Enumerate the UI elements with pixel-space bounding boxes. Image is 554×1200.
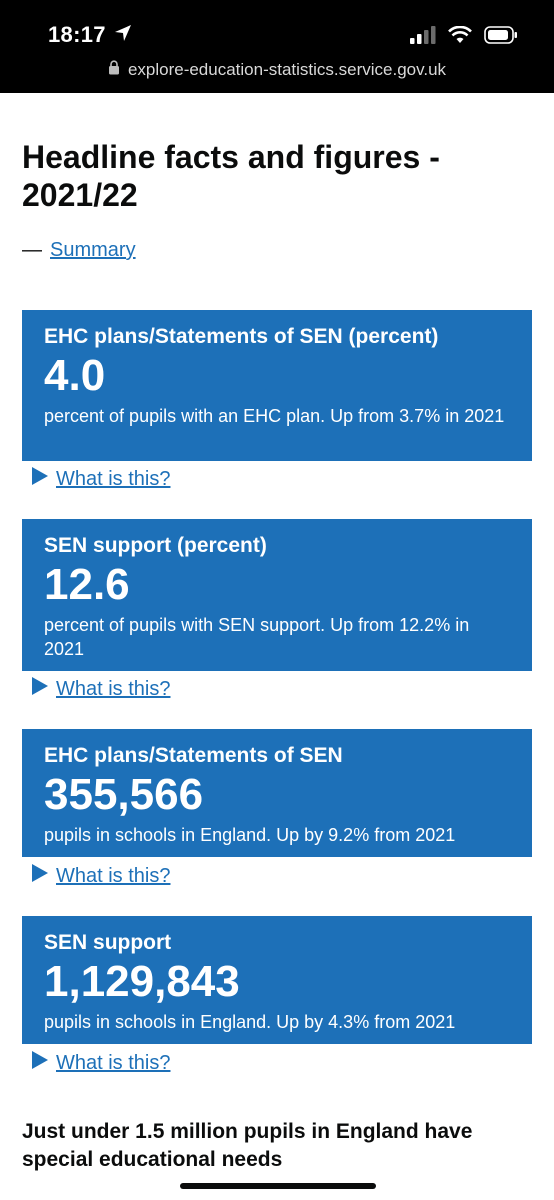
lock-icon [108, 60, 120, 80]
details-toggle-ehc-percent[interactable]: What is this? [32, 467, 170, 491]
triangle-right-icon [32, 677, 48, 701]
what-is-this-link[interactable]: What is this? [56, 678, 170, 701]
page-title: Headline facts and figures - 2021/22 [22, 139, 440, 213]
headline-card-sen-support-count: SEN support 1,129,843 pupils in schools … [22, 916, 532, 1044]
card-title: EHC plans/Statements of SEN [44, 744, 343, 767]
details-toggle-ehc-count[interactable]: What is this? [32, 864, 170, 888]
card-description: pupils in schools in England. Up by 9.2%… [44, 825, 456, 845]
clock-time: 18:17 [48, 22, 106, 47]
location-arrow-icon [114, 22, 132, 48]
headline-card-ehc-percent: EHC plans/Statements of SEN (percent) 4.… [22, 310, 532, 461]
url-text: explore-education-statistics.service.gov… [127, 60, 447, 79]
status-time-group: 18:17 [48, 22, 132, 48]
what-is-this-link[interactable]: What is this? [56, 468, 170, 491]
card-title: EHC plans/Statements of SEN (percent) [44, 325, 439, 348]
status-bar: 18:17 explore-education-statistics.servi… [0, 0, 554, 93]
card-description: pupils in schools in England. Up by 4.3%… [44, 1012, 456, 1032]
address-bar[interactable]: explore-education-statistics.service.gov… [0, 60, 554, 80]
triangle-right-icon [32, 1051, 48, 1075]
battery-icon [484, 26, 518, 49]
summary-link[interactable]: Summary [50, 239, 136, 262]
card-value: 355,566 [44, 770, 204, 819]
section-heading: Just under 1.5 million pupils in England… [22, 1120, 473, 1171]
card-title: SEN support [44, 931, 172, 954]
status-icons [410, 25, 518, 49]
cellular-signal-icon [410, 26, 436, 49]
wifi-icon [448, 25, 472, 49]
triangle-right-icon [32, 864, 48, 888]
triangle-right-icon [32, 467, 48, 491]
card-description: percent of pupils with an EHC plan. Up f… [44, 406, 505, 426]
what-is-this-link[interactable]: What is this? [56, 1052, 170, 1075]
card-value: 4.0 [44, 351, 106, 400]
what-is-this-link[interactable]: What is this? [56, 865, 170, 888]
summary-dash: — [22, 239, 42, 261]
card-description: percent of pupils with SEN support. Up f… [44, 615, 470, 659]
details-toggle-sen-support-percent[interactable]: What is this? [32, 677, 170, 701]
details-toggle-sen-support-count[interactable]: What is this? [32, 1051, 170, 1075]
card-value: 12.6 [44, 560, 130, 609]
summary-nav: — Summary [22, 239, 136, 262]
headline-card-sen-support-percent: SEN support (percent) 12.6 percent of pu… [22, 519, 532, 671]
card-title: SEN support (percent) [44, 534, 267, 557]
headline-card-ehc-count: EHC plans/Statements of SEN 355,566 pupi… [22, 729, 532, 857]
home-indicator[interactable] [180, 1183, 376, 1189]
card-value: 1,129,843 [44, 957, 240, 1006]
